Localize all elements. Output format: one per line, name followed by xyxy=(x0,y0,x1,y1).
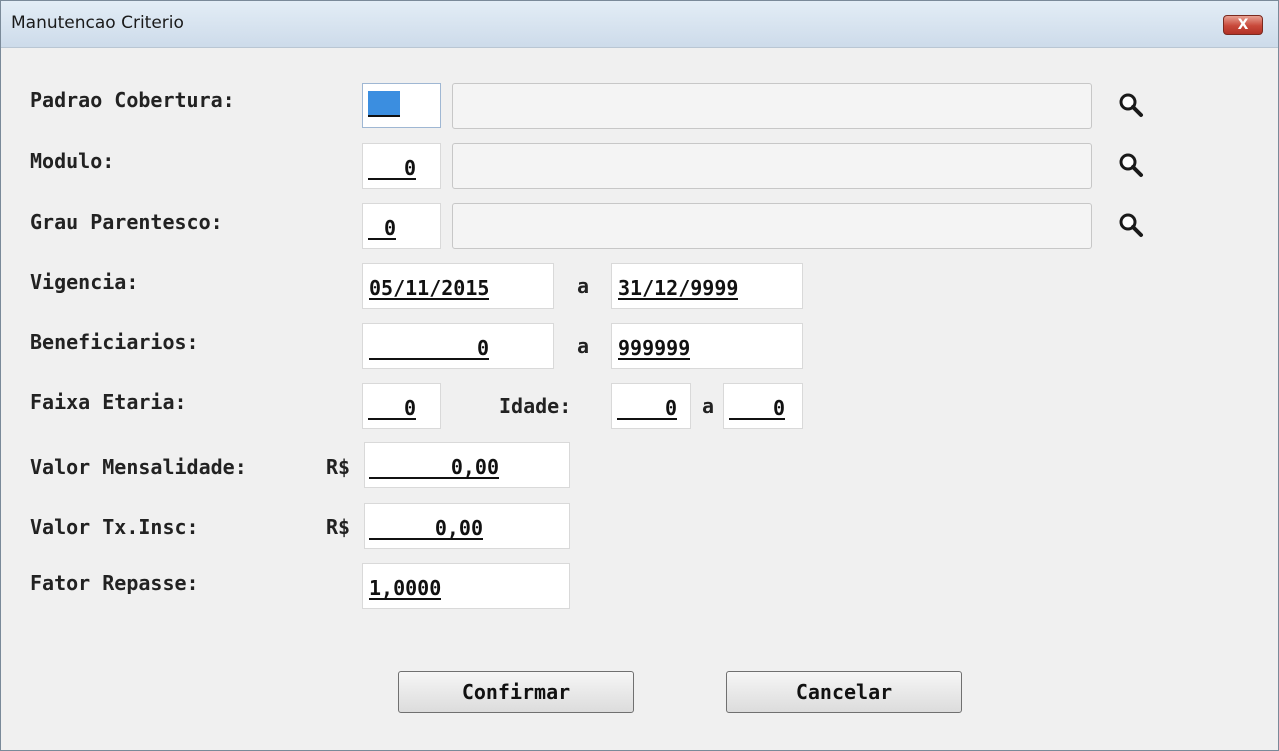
grau-parentesco-code-input[interactable]: 0 xyxy=(362,203,441,249)
faixa-etaria-value: 0 xyxy=(368,398,416,420)
beneficiarios-start-value: 0 xyxy=(369,338,489,360)
cancel-button[interactable]: Cancelar xyxy=(726,671,962,713)
close-button[interactable]: X xyxy=(1223,15,1263,35)
idade-end-input[interactable]: 0 xyxy=(723,383,803,429)
valor-mensalidade-input[interactable]: 0,00 xyxy=(364,442,570,488)
close-icon: X xyxy=(1237,17,1249,33)
beneficiarios-separator: a xyxy=(577,334,590,358)
fator-repasse-value: 1,0000 xyxy=(369,576,442,600)
fator-repasse-label: Fator Repasse: xyxy=(30,571,199,595)
magnifier-icon[interactable] xyxy=(1117,91,1145,119)
vigencia-start-value: 05/11/2015 xyxy=(369,276,490,300)
padrao-cobertura-description xyxy=(452,83,1092,129)
vigencia-separator: a xyxy=(577,274,590,298)
grau-parentesco-label: Grau Parentesco: xyxy=(30,210,223,234)
vigencia-start-input[interactable]: 05/11/2015 xyxy=(362,263,554,309)
beneficiarios-label: Beneficiarios: xyxy=(30,330,199,354)
valor-mensalidade-currency: R$ xyxy=(326,455,351,479)
modulo-description xyxy=(452,143,1092,189)
beneficiarios-end-input[interactable]: 999999 xyxy=(611,323,803,369)
title-bar[interactable]: Manutencao Criterio X xyxy=(1,1,1278,48)
beneficiarios-end-value: 999999 xyxy=(618,336,691,360)
faixa-etaria-input[interactable]: 0 xyxy=(362,383,441,429)
modulo-value: 0 xyxy=(368,158,416,180)
padrao-cobertura-code-input[interactable] xyxy=(362,83,441,128)
window-title: Manutencao Criterio xyxy=(11,13,184,33)
magnifier-icon[interactable] xyxy=(1117,151,1145,179)
valor-tx-insc-label: Valor Tx.Insc: xyxy=(30,515,199,539)
grau-parentesco-description xyxy=(452,203,1092,249)
valor-tx-insc-currency: R$ xyxy=(326,515,351,539)
valor-mensalidade-label: Valor Mensalidade: xyxy=(30,455,247,479)
fator-repasse-input[interactable]: 1,0000 xyxy=(362,563,570,609)
modulo-label: Modulo: xyxy=(30,149,115,173)
idade-label: Idade: xyxy=(499,394,572,418)
padrao-cobertura-label: Padrao Cobertura: xyxy=(30,88,235,112)
idade-start-value: 0 xyxy=(617,398,677,420)
idade-end-value: 0 xyxy=(729,398,785,420)
faixa-etaria-label: Faixa Etaria: xyxy=(30,390,187,414)
text-cursor xyxy=(368,91,400,117)
vigencia-end-input[interactable]: 31/12/9999 xyxy=(611,263,803,309)
idade-start-input[interactable]: 0 xyxy=(611,383,691,429)
valor-mensalidade-value: 0,00 xyxy=(369,457,499,479)
confirm-button[interactable]: Confirmar xyxy=(398,671,634,713)
vigencia-label: Vigencia: xyxy=(30,270,139,294)
valor-tx-insc-input[interactable]: 0,00 xyxy=(364,503,570,549)
dialog-window: Manutencao Criterio X Padrao Cobertura: … xyxy=(0,0,1279,751)
idade-separator: a xyxy=(702,394,715,418)
grau-parentesco-value: 0 xyxy=(368,218,396,240)
valor-tx-insc-value: 0,00 xyxy=(369,518,483,540)
beneficiarios-start-input[interactable]: 0 xyxy=(362,323,554,369)
magnifier-icon[interactable] xyxy=(1117,211,1145,239)
modulo-code-input[interactable]: 0 xyxy=(362,143,441,189)
vigencia-end-value: 31/12/9999 xyxy=(618,276,739,300)
